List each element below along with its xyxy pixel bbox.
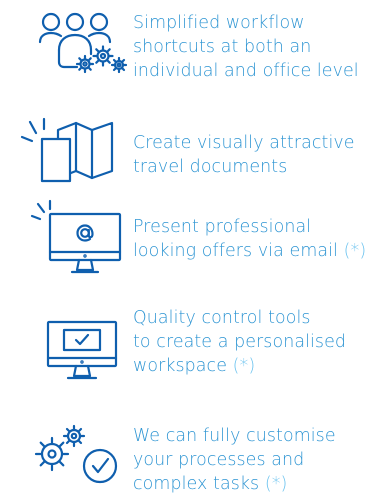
feature-item-customise: We can fully customise your processes an… xyxy=(0,402,374,504)
feature-line: your processes and xyxy=(133,450,305,470)
gears-check-icon xyxy=(32,424,122,486)
feature-text-travel-documents: Create visually attractive travel docume… xyxy=(133,131,355,179)
feature-line: Present professional xyxy=(133,217,312,237)
feature-text-customise: We can fully customise your processes an… xyxy=(133,424,336,496)
feature-line: workspace (*) xyxy=(133,354,346,378)
checkbox-monitor-icon xyxy=(42,310,122,386)
feature-line: complex tasks (*) xyxy=(133,472,336,496)
travel-documents-icon xyxy=(20,115,124,185)
footnote-marker: (*) xyxy=(264,474,288,494)
feature-text-email-offers: Present professional looking offers via … xyxy=(133,215,366,263)
feature-line: to create a personalised xyxy=(133,332,347,352)
users-settings-icon xyxy=(37,12,129,84)
feature-line: Simplified workflow xyxy=(133,13,305,33)
feature-line: travel documents xyxy=(133,157,288,177)
footnote-marker: (*) xyxy=(232,356,256,376)
email-monitor-icon xyxy=(30,198,126,278)
feature-line-text: complex tasks xyxy=(133,474,260,494)
footnote-marker: (*) xyxy=(343,241,367,261)
feature-line: Quality control tools xyxy=(133,308,311,328)
feature-text-quality-control: Quality control tools to create a person… xyxy=(133,306,346,378)
feature-line: shortcuts at both an xyxy=(133,37,312,57)
feature-line: Create visually attractive xyxy=(133,133,355,153)
feature-line: looking offers via email (*) xyxy=(133,239,366,263)
feature-text-workflow: Simplified workflow shortcuts at both an… xyxy=(133,11,359,83)
feature-item-quality-control: Quality control tools to create a person… xyxy=(0,300,374,402)
feature-item-workflow: Simplified workflow shortcuts at both an… xyxy=(0,0,374,110)
feature-item-travel-documents: Create visually attractive travel docume… xyxy=(0,110,374,190)
feature-list: Simplified workflow shortcuts at both an… xyxy=(0,0,374,504)
feature-line: We can fully customise xyxy=(133,426,336,446)
feature-line: individual and office level xyxy=(133,61,359,81)
feature-item-email-offers: Present professional looking offers via … xyxy=(0,195,374,300)
feature-line-text: looking offers via email xyxy=(133,241,338,261)
feature-line-text: workspace xyxy=(133,356,228,376)
